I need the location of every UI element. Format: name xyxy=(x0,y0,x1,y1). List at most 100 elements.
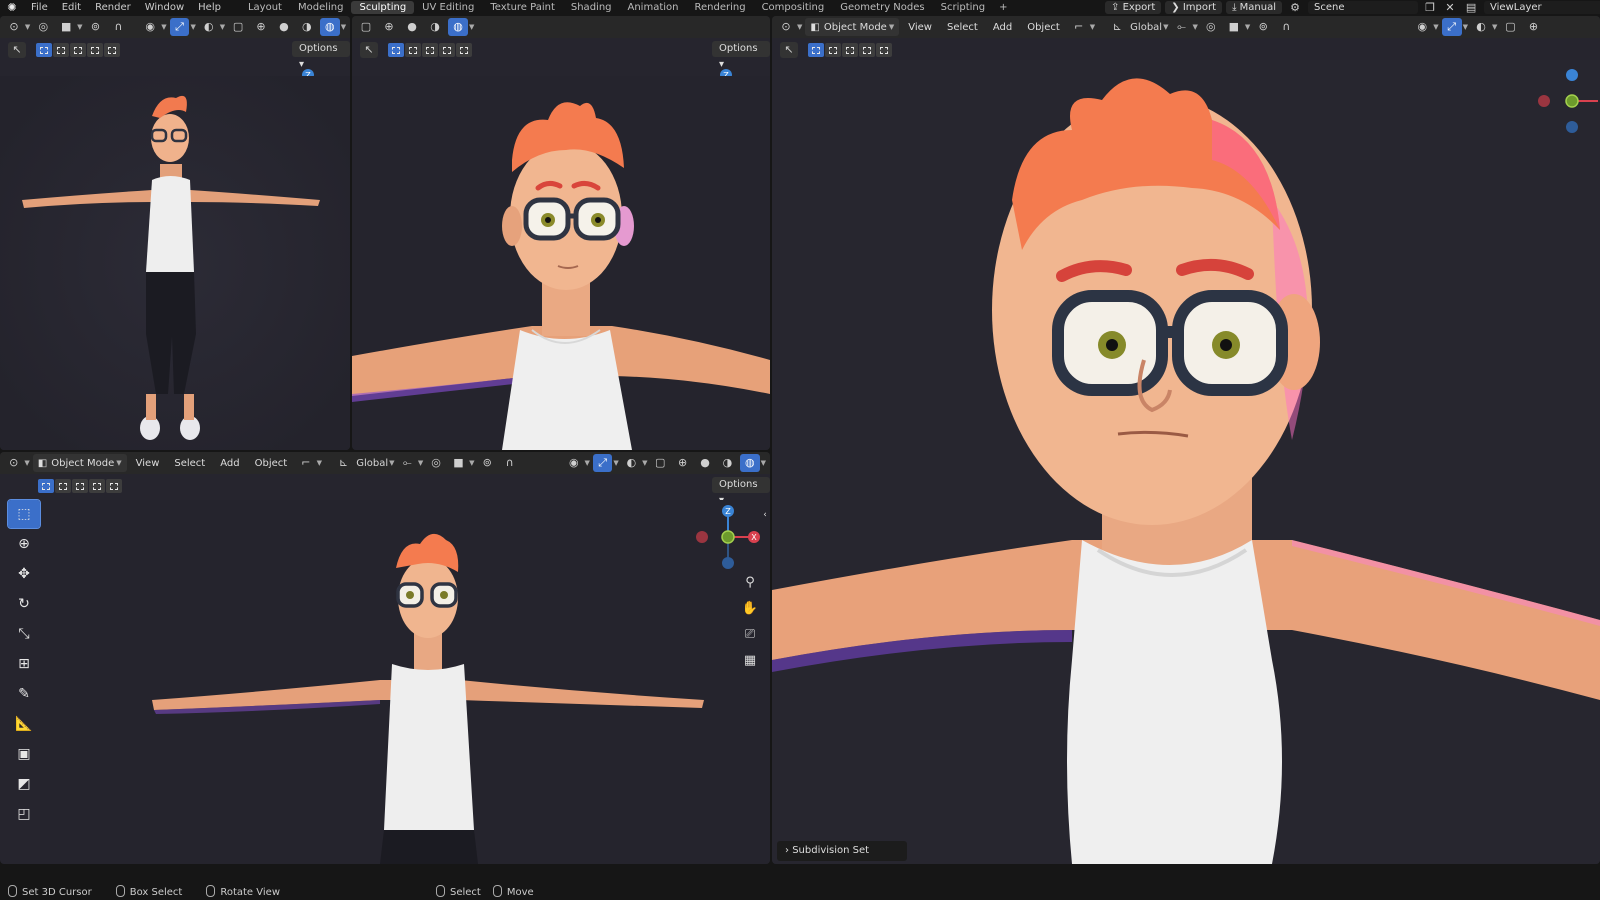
material-icon[interactable]: ◑ xyxy=(425,18,445,36)
import-button[interactable]: ❯ Import xyxy=(1165,1,1223,14)
menu-add[interactable]: Add xyxy=(987,22,1018,33)
shear-icon[interactable]: ◩ xyxy=(8,770,40,798)
material-icon[interactable]: ◑ xyxy=(297,18,317,36)
menu-edit[interactable]: Edit xyxy=(55,2,88,13)
neg-z-axis[interactable] xyxy=(1566,121,1578,133)
view-layer-field[interactable]: ViewLayer xyxy=(1484,1,1600,14)
menu-render[interactable]: Render xyxy=(88,2,138,13)
wireframe-icon[interactable]: ⊕ xyxy=(251,18,271,36)
measure-icon[interactable]: 📐 xyxy=(8,710,40,738)
editor-type-icon[interactable]: ⊙ xyxy=(776,18,796,36)
xray-icon[interactable]: ▢ xyxy=(1500,18,1520,36)
scale-icon[interactable]: ⤡ xyxy=(8,620,40,648)
tab-texture-paint[interactable]: Texture Paint xyxy=(482,1,563,14)
rotate-icon[interactable]: ↻ xyxy=(8,590,40,618)
scene-icon[interactable]: ⚙ xyxy=(1286,1,1304,14)
proportional-icon[interactable]: ⊚ xyxy=(1253,18,1273,36)
select-intersect-icon[interactable] xyxy=(106,479,122,493)
falloff-icon[interactable]: ∩ xyxy=(500,454,519,472)
visibility-icon[interactable]: ◉ xyxy=(1412,18,1432,36)
select-subtract-icon[interactable] xyxy=(842,43,858,57)
overlays-icon[interactable]: ◐ xyxy=(622,454,641,472)
gizmo-toggle-icon[interactable]: ⤢ xyxy=(169,18,190,36)
mode-dropdown[interactable]: ◧ Object Mode ▼ xyxy=(805,18,900,36)
add-workspace-button[interactable]: + xyxy=(993,2,1013,13)
manual-button[interactable]: ⤓ Manual xyxy=(1226,1,1283,14)
menu-help[interactable]: Help xyxy=(191,2,228,13)
orientation-icon[interactable]: ⊾ xyxy=(1107,18,1127,36)
proportional-icon[interactable]: ⊚ xyxy=(86,18,106,36)
select-intersect-icon[interactable] xyxy=(456,43,472,57)
last-operator-panel[interactable]: › Subdivision Set xyxy=(777,841,907,861)
select-invert-icon[interactable] xyxy=(859,43,875,57)
view-layer-icon[interactable]: ▤ xyxy=(1462,1,1480,14)
z-axis-handle[interactable] xyxy=(1566,69,1578,81)
menu-select[interactable]: Select xyxy=(941,22,984,33)
menu-select[interactable]: Select xyxy=(168,458,211,469)
editor-type-icon[interactable]: ⊙ xyxy=(4,454,23,472)
snap-icon[interactable]: ◎ xyxy=(426,454,445,472)
move-icon[interactable]: ✥ xyxy=(8,560,40,588)
menu-view[interactable]: View xyxy=(130,458,166,469)
tab-geometry-nodes[interactable]: Geometry Nodes xyxy=(832,1,932,14)
select-subtract-icon[interactable] xyxy=(72,479,88,493)
select-extend-icon[interactable] xyxy=(53,43,69,57)
menu-add[interactable]: Add xyxy=(214,458,245,469)
tab-uv-editing[interactable]: UV Editing xyxy=(414,1,482,14)
y-axis-handle[interactable] xyxy=(1565,94,1579,108)
options-dropdown[interactable]: Options ▾ xyxy=(712,477,770,506)
overlays-icon[interactable]: ◐ xyxy=(199,18,219,36)
gizmo-toggle-icon[interactable]: ⤢ xyxy=(592,454,613,472)
tab-animation[interactable]: Animation xyxy=(620,1,687,14)
y-axis-handle[interactable] xyxy=(721,530,735,544)
pivot-icon[interactable]: ⟜ xyxy=(1171,18,1191,36)
tab-sculpting[interactable]: Sculpting xyxy=(351,1,415,14)
mode-dropdown[interactable]: ◧ Object Mode ▼ xyxy=(32,454,127,472)
delete-scene-icon[interactable]: ✕ xyxy=(1442,1,1458,14)
gizmo-toggle-icon[interactable]: ⤢ xyxy=(1441,18,1462,36)
menu-object[interactable]: Object xyxy=(1021,22,1066,33)
tab-layout[interactable]: Layout xyxy=(240,1,290,14)
tool-settings-icon[interactable]: ↖ xyxy=(780,42,798,58)
viewport-right[interactable]: ⊙ ▼ ◧ Object Mode ▼ View Select Add Object … xyxy=(772,16,1600,864)
select-subtract-icon[interactable] xyxy=(70,43,86,57)
overlays-icon[interactable]: ◐ xyxy=(1471,18,1491,36)
select-new-icon[interactable] xyxy=(38,479,54,493)
overlay-icon[interactable]: ▢ xyxy=(356,18,376,36)
select-intersect-icon[interactable] xyxy=(876,43,892,57)
tab-rendering[interactable]: Rendering xyxy=(686,1,753,14)
select-extend-icon[interactable] xyxy=(405,43,421,57)
rendered-icon[interactable]: ◍ xyxy=(319,18,340,36)
falloff-icon[interactable]: ∩ xyxy=(1276,18,1296,36)
menu-window[interactable]: Window xyxy=(138,2,191,13)
pivot-icon[interactable]: ⟜ xyxy=(398,454,417,472)
tab-shading[interactable]: Shading xyxy=(563,1,620,14)
zoom-icon[interactable]: ⚲ xyxy=(739,572,761,594)
wireframe-icon[interactable]: ⊕ xyxy=(673,454,692,472)
material-icon[interactable]: ◑ xyxy=(718,454,737,472)
pan-hand-icon[interactable]: ✋ xyxy=(739,598,761,620)
mode-toggle-icon[interactable]: ⌐ xyxy=(296,454,315,472)
camera-icon[interactable]: ⎚ xyxy=(739,624,761,646)
select-box-icon[interactable]: ⬚ xyxy=(7,499,41,529)
neg-z-axis[interactable] xyxy=(722,557,734,569)
neg-x-axis[interactable] xyxy=(696,531,708,543)
sculpt-brush-icon[interactable]: ◎ xyxy=(33,18,53,36)
rendered-icon[interactable]: ◍ xyxy=(448,18,468,36)
blender-logo-icon[interactable]: ✺ xyxy=(0,1,24,14)
sidebar-expand-icon[interactable]: ‹ xyxy=(760,504,770,526)
navigation-gizmo[interactable]: Z X xyxy=(688,502,768,572)
visibility-icon[interactable]: ◉ xyxy=(140,18,160,36)
select-extend-icon[interactable] xyxy=(825,43,841,57)
menu-object[interactable]: Object xyxy=(249,458,294,469)
neg-x-axis[interactable] xyxy=(1538,95,1550,107)
scene-field[interactable]: Scene xyxy=(1308,1,1419,14)
shading-solid-icon[interactable]: ■ xyxy=(56,18,76,36)
rendered-icon[interactable]: ◍ xyxy=(740,454,760,472)
editor-type-icon[interactable]: ⊙ xyxy=(4,18,24,36)
add-cube-icon[interactable]: ▣ xyxy=(8,740,40,768)
tab-scripting[interactable]: Scripting xyxy=(933,1,993,14)
options-dropdown[interactable]: Options ▾ xyxy=(292,41,350,70)
proportional-icon[interactable]: ⊚ xyxy=(478,454,497,472)
menu-file[interactable]: File xyxy=(24,2,55,13)
